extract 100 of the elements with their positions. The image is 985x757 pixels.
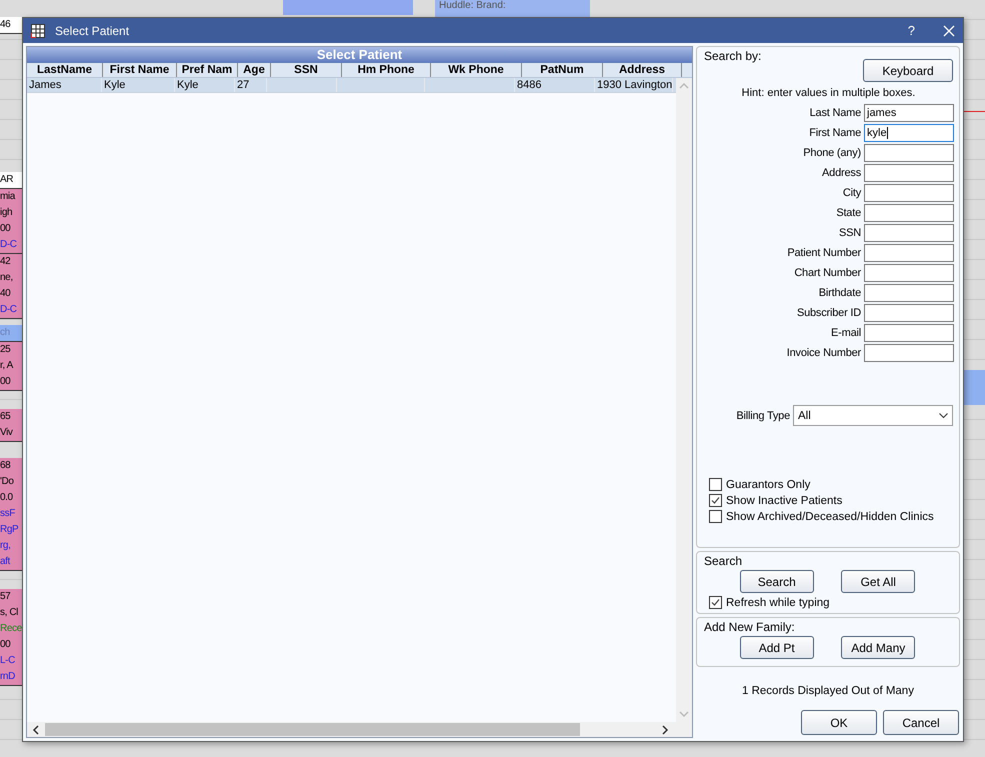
input-field[interactable] [864, 184, 954, 202]
field-label: Chart Number [794, 267, 861, 279]
appointment-text: ne, [0, 271, 14, 285]
appointment-text: 0.0 [0, 491, 14, 505]
appointment-text: 57 [0, 590, 12, 604]
action-button[interactable]: Get All [841, 570, 916, 593]
grid-app-icon [31, 24, 45, 38]
column-header[interactable]: Hm Phone [342, 63, 431, 77]
appointment-text: rg, [0, 539, 12, 553]
field-label: City [842, 187, 861, 199]
appointment-text: mia [0, 190, 16, 204]
action-button[interactable]: Add Pt [740, 636, 814, 659]
field-label: Address [822, 167, 861, 179]
appointment-text: D-C [0, 303, 18, 317]
appointment-text: 65 [0, 410, 12, 424]
appointment-text: Viv [0, 426, 14, 440]
field-label: Birthdate [818, 287, 861, 299]
checkbox-label: Refresh while typing [726, 596, 830, 608]
input-field[interactable] [864, 304, 954, 322]
table-cell: Kyle [102, 78, 175, 92]
column-header[interactable]: Address [603, 63, 682, 77]
input-field[interactable] [864, 344, 954, 362]
scrollbar-thumb[interactable] [45, 723, 580, 736]
input-field[interactable] [864, 144, 954, 162]
action-button[interactable]: Search [740, 570, 814, 593]
checkbox[interactable] [709, 494, 722, 507]
appointment-text: 00 [0, 222, 12, 236]
action-button[interactable]: Add Many [841, 636, 916, 659]
appointment-text: r, A [0, 359, 14, 373]
column-header[interactable]: SSN [271, 63, 342, 77]
billing-type-dropdown[interactable]: All [793, 405, 953, 426]
window-title: Select Patient [55, 24, 130, 38]
appointment-text: 46 [0, 18, 12, 32]
appointment-text: RgP [0, 523, 20, 537]
input-field[interactable]: kyle [864, 124, 954, 142]
scroll-left-icon[interactable] [31, 725, 41, 735]
appointment-text: 42 [0, 255, 12, 269]
close-icon[interactable] [943, 24, 955, 36]
field-label: Patient Number [787, 247, 861, 259]
field-label: Subscriber ID [796, 307, 861, 319]
appointment-text: ch [0, 326, 11, 340]
input-field[interactable]: james [864, 104, 954, 122]
appointment-text: aft [0, 555, 12, 569]
appointment-text: AR [0, 173, 14, 187]
table-cell: 27 [235, 78, 267, 92]
input-field[interactable] [864, 324, 954, 342]
appointment-text: L-C [0, 654, 16, 668]
horizontal-scrollbar[interactable] [27, 722, 692, 737]
grid-title: Select Patient [27, 47, 692, 63]
field-label: First Name [809, 127, 861, 139]
checkbox[interactable] [709, 510, 722, 523]
checkbox[interactable] [709, 478, 722, 491]
group-heading: Search [704, 554, 742, 568]
appointment-text: ssF [0, 507, 16, 521]
appointment-text: Rece [0, 622, 22, 636]
input-field[interactable] [864, 224, 954, 242]
dialog-button[interactable]: Cancel [883, 710, 959, 735]
appointment-text: 25 [0, 343, 12, 357]
column-header[interactable]: LastName [27, 63, 103, 77]
table-cell: 1930 Lavington [595, 78, 673, 92]
appointment-text: s, Cl [0, 606, 20, 620]
keyboard-button[interactable]: Keyboard [863, 59, 953, 82]
input-field[interactable] [864, 244, 954, 262]
input-field[interactable] [864, 164, 954, 182]
column-header[interactable]: Pref Nam [177, 63, 238, 77]
chevron-down-icon [939, 412, 948, 418]
checkbox-label: Guarantors Only [726, 478, 810, 490]
group-heading: Add New Family: [704, 620, 795, 634]
input-field[interactable] [864, 264, 954, 282]
column-header[interactable]: PatNum [522, 63, 603, 77]
appointment-text: 40 [0, 287, 12, 301]
field-label: SSN [838, 227, 861, 239]
table-cell: 8486 [515, 78, 595, 92]
checkbox-label: Show Inactive Patients [726, 494, 842, 506]
table-cell: Kyle [175, 78, 235, 92]
group-heading: Search by: [704, 49, 762, 63]
checkbox[interactable] [709, 596, 722, 609]
field-label: Invoice Number [786, 347, 861, 359]
scroll-right-icon[interactable] [660, 725, 670, 735]
input-field[interactable] [864, 284, 954, 302]
column-header[interactable]: First Name [103, 63, 177, 77]
column-header[interactable]: Age [238, 63, 271, 77]
column-header[interactable]: Wk Phone [431, 63, 522, 77]
appointment-text: D-C [0, 238, 18, 252]
field-label: Phone (any) [803, 147, 861, 159]
hint-text: Hint: enter values in multiple boxes. [740, 87, 916, 99]
appointment-text: igh [0, 206, 14, 220]
appointment-text: rnD [0, 670, 16, 684]
appointment-label: Huddle: Brand: [435, 0, 590, 17]
field-label: Billing Type [736, 410, 790, 422]
appointment-text: 68 [0, 459, 12, 473]
appointment-text: 00 [0, 375, 12, 389]
appointment-block [962, 370, 985, 405]
appointment-text: 'Do [0, 475, 14, 489]
dialog-button[interactable]: OK [801, 710, 877, 735]
input-field[interactable] [864, 204, 954, 222]
field-label: Last Name [810, 107, 861, 119]
help-button[interactable]: ? [908, 23, 915, 38]
field-label: State [836, 207, 861, 219]
table-cell: James [27, 78, 102, 92]
